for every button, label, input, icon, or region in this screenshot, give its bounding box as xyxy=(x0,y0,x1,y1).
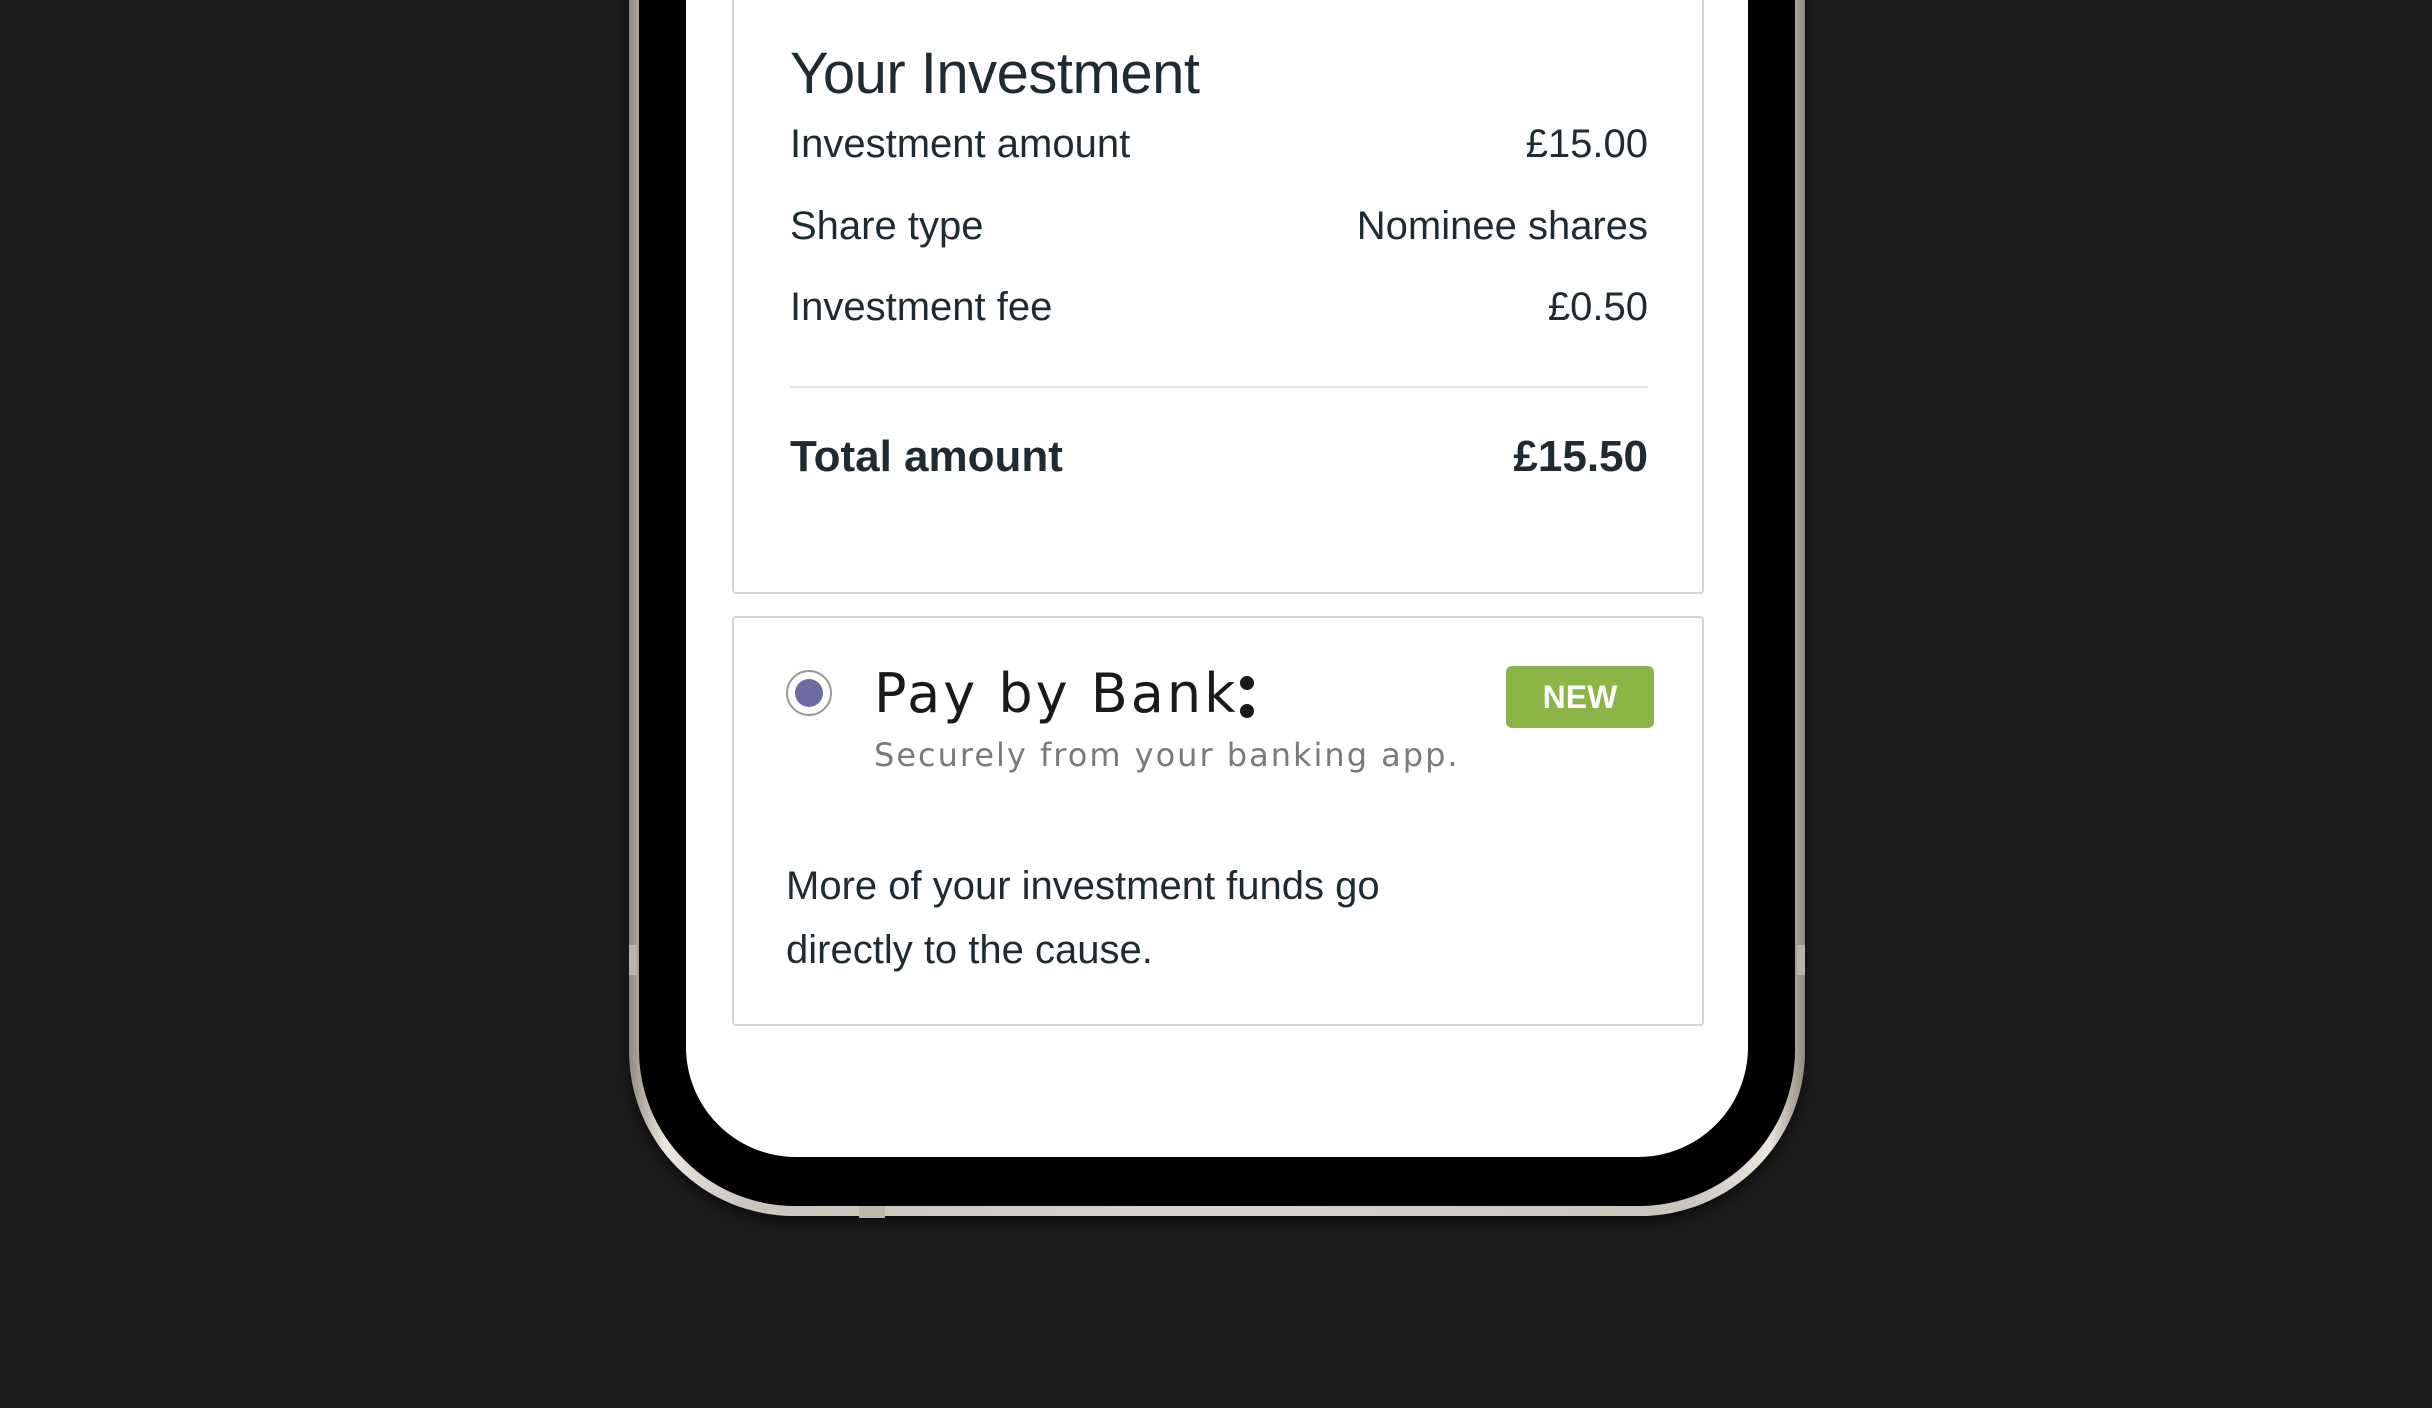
pay-by-bank-option[interactable]: Pay by Bank Securely from your banking a… xyxy=(732,616,1704,1026)
investment-fee-value: £0.50 xyxy=(1547,285,1648,329)
investment-fee-row: Investment fee £0.50 xyxy=(790,285,1648,330)
total-amount-row: Total amount £15.50 xyxy=(790,432,1648,482)
pay-by-bank-description: More of your investment funds go directl… xyxy=(786,864,1380,972)
summary-divider xyxy=(790,386,1648,388)
share-type-label: Share type xyxy=(790,204,984,248)
phone-side-mark-right xyxy=(1797,945,1805,975)
payment-radio-button[interactable] xyxy=(786,670,832,716)
radio-selected-dot xyxy=(795,679,823,707)
investment-amount-row: Investment amount £15.00 xyxy=(790,122,1648,167)
total-amount-label: Total amount xyxy=(790,432,1063,481)
investment-summary-card: Your Investment Investment amount £15.00… xyxy=(732,0,1704,594)
pay-by-bank-subtitle: Securely from your banking app. xyxy=(874,736,1460,774)
pay-by-bank-title: Pay by Bank xyxy=(874,662,1239,725)
pay-by-bank-logo-icon xyxy=(1240,674,1256,726)
share-type-value: Nominee shares xyxy=(1356,204,1648,248)
investment-title: Your Investment xyxy=(790,41,1200,106)
investment-amount-value: £15.00 xyxy=(1525,122,1648,166)
phone-side-mark-left xyxy=(629,945,637,975)
phone-bottom-mark xyxy=(859,1206,885,1218)
new-badge: NEW xyxy=(1506,666,1654,728)
phone-screen: Your Investment Investment amount £15.00… xyxy=(686,0,1748,1157)
share-type-row: Share type Nominee shares xyxy=(790,204,1648,249)
investment-amount-label: Investment amount xyxy=(790,122,1131,166)
total-amount-value: £15.50 xyxy=(1513,432,1648,481)
investment-fee-label: Investment fee xyxy=(790,285,1053,329)
